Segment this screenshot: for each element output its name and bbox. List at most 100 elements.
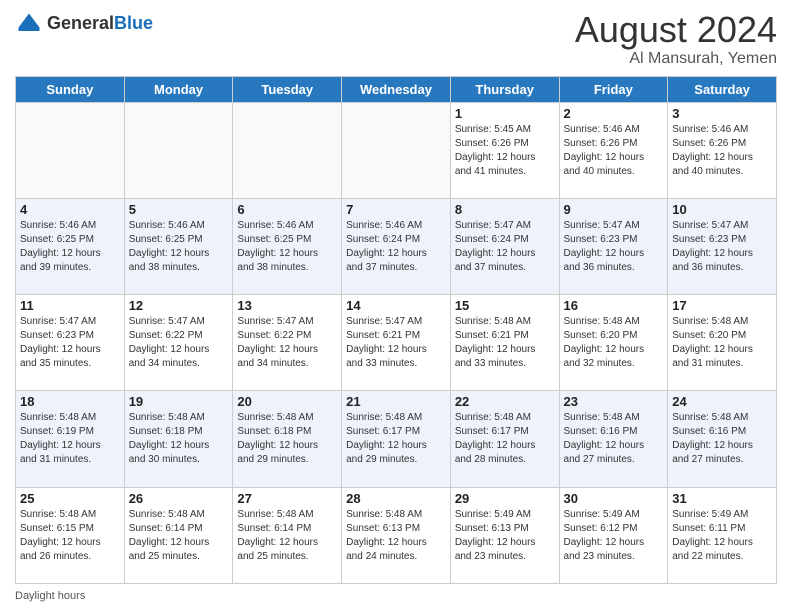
calendar-day-cell: 4 Sunrise: 5:46 AM Sunset: 6:25 PM Daylig… [16, 198, 125, 294]
calendar-day-cell: 27Sunrise: 5:48 AM Sunset: 6:14 PM Dayli… [233, 487, 342, 583]
calendar-day-cell: 30 Sunrise: 5:49 AM Sunset: 6:12 PM Dayli… [559, 487, 668, 583]
day-number: 20 [237, 394, 337, 409]
day-info: Sunrise: 5:48 AM Sunset: 6:19 PM Dayligh… [20, 411, 120, 467]
calendar-week-row: 1 Sunrise: 5:45 AM Sunset: 6:26 PM Daylig… [16, 102, 777, 198]
calendar-day-cell: 9Sunrise: 5:47 AM Sunset: 6:23 PM Daylig… [559, 198, 668, 294]
day-info: Sunrise: 5:47 AM Sunset: 6:22 PM Dayligh… [237, 315, 337, 371]
day-number: 28 [346, 491, 446, 506]
day-number: 16 [564, 298, 664, 313]
day-info: Sunrise: 5:48 AM Sunset: 6:16 PM Dayligh… [564, 411, 664, 467]
day-info: Sunrise: 5:46 AM Sunset: 6:26 PM Dayligh… [564, 123, 664, 179]
day-info: Sunrise: 5:49 AM Sunset: 6:12 PM Dayligh… [564, 508, 664, 564]
day-number: 17 [672, 298, 772, 313]
calendar-day-cell: 21 Sunrise: 5:48 AM Sunset: 6:17 PM Dayli… [342, 391, 451, 487]
day-info: Sunrise: 5:48 AM Sunset: 6:20 PM Dayligh… [672, 315, 772, 371]
day-number: 26 [129, 491, 229, 506]
calendar-day-cell: 29Sunrise: 5:49 AM Sunset: 6:13 PM Dayli… [450, 487, 559, 583]
header: GeneralBlue August 2024 Al Mansurah, Yem… [15, 10, 777, 68]
calendar-day-header: Thursday [450, 76, 559, 102]
day-info: Sunrise: 5:48 AM Sunset: 6:17 PM Dayligh… [455, 411, 555, 467]
day-number: 1 [455, 106, 555, 121]
calendar-week-row: 18Sunrise: 5:48 AM Sunset: 6:19 PM Dayli… [16, 391, 777, 487]
calendar-day-header: Tuesday [233, 76, 342, 102]
calendar-day-cell: 16 Sunrise: 5:48 AM Sunset: 6:20 PM Dayli… [559, 295, 668, 391]
calendar: SundayMondayTuesdayWednesdayThursdayFrid… [15, 76, 777, 584]
calendar-day-header: Sunday [16, 76, 125, 102]
calendar-day-cell: 23 Sunrise: 5:48 AM Sunset: 6:16 PM Dayli… [559, 391, 668, 487]
calendar-day-cell: 7Sunrise: 5:46 AM Sunset: 6:24 PM Daylig… [342, 198, 451, 294]
calendar-day-cell: 20 Sunrise: 5:48 AM Sunset: 6:18 PM Dayli… [233, 391, 342, 487]
day-info: Sunrise: 5:48 AM Sunset: 6:21 PM Dayligh… [455, 315, 555, 371]
calendar-day-cell: 13Sunrise: 5:47 AM Sunset: 6:22 PM Dayli… [233, 295, 342, 391]
day-number: 30 [564, 491, 664, 506]
day-info: Sunrise: 5:48 AM Sunset: 6:17 PM Dayligh… [346, 411, 446, 467]
calendar-day-cell: 11 Sunrise: 5:47 AM Sunset: 6:23 PM Dayli… [16, 295, 125, 391]
day-info: Sunrise: 5:46 AM Sunset: 6:26 PM Dayligh… [672, 123, 772, 179]
day-info: Sunrise: 5:47 AM Sunset: 6:23 PM Dayligh… [672, 219, 772, 275]
logo-icon [15, 10, 43, 38]
calendar-day-header: Monday [124, 76, 233, 102]
day-info: Sunrise: 5:48 AM Sunset: 6:20 PM Dayligh… [564, 315, 664, 371]
calendar-day-cell: 3Sunrise: 5:46 AM Sunset: 6:26 PM Daylig… [668, 102, 777, 198]
day-number: 11 [20, 298, 120, 313]
calendar-day-cell [16, 102, 125, 198]
calendar-day-cell: 26 Sunrise: 5:48 AM Sunset: 6:14 PM Dayli… [124, 487, 233, 583]
calendar-day-cell [233, 102, 342, 198]
day-info: Sunrise: 5:47 AM Sunset: 6:23 PM Dayligh… [564, 219, 664, 275]
calendar-day-cell: 14Sunrise: 5:47 AM Sunset: 6:21 PM Dayli… [342, 295, 451, 391]
calendar-day-cell: 18Sunrise: 5:48 AM Sunset: 6:19 PM Dayli… [16, 391, 125, 487]
footer: Daylight hours [15, 590, 777, 602]
day-number: 21 [346, 394, 446, 409]
day-info: Sunrise: 5:48 AM Sunset: 6:18 PM Dayligh… [129, 411, 229, 467]
calendar-header-row: SundayMondayTuesdayWednesdayThursdayFrid… [16, 76, 777, 102]
calendar-day-header: Wednesday [342, 76, 451, 102]
day-info: Sunrise: 5:48 AM Sunset: 6:14 PM Dayligh… [129, 508, 229, 564]
title-block: August 2024 Al Mansurah, Yemen [575, 10, 777, 68]
day-info: Sunrise: 5:47 AM Sunset: 6:23 PM Dayligh… [20, 315, 120, 371]
day-info: Sunrise: 5:47 AM Sunset: 6:21 PM Dayligh… [346, 315, 446, 371]
calendar-day-cell: 5 Sunrise: 5:46 AM Sunset: 6:25 PM Daylig… [124, 198, 233, 294]
calendar-week-row: 4 Sunrise: 5:46 AM Sunset: 6:25 PM Daylig… [16, 198, 777, 294]
calendar-day-cell: 24Sunrise: 5:48 AM Sunset: 6:16 PM Dayli… [668, 391, 777, 487]
day-info: Sunrise: 5:48 AM Sunset: 6:18 PM Dayligh… [237, 411, 337, 467]
day-number: 5 [129, 202, 229, 217]
calendar-day-cell: 10 Sunrise: 5:47 AM Sunset: 6:23 PM Dayli… [668, 198, 777, 294]
calendar-day-cell: 2 Sunrise: 5:46 AM Sunset: 6:26 PM Daylig… [559, 102, 668, 198]
day-number: 19 [129, 394, 229, 409]
logo-blue: Blue [114, 14, 153, 34]
sub-title: Al Mansurah, Yemen [575, 50, 777, 68]
calendar-week-row: 11 Sunrise: 5:47 AM Sunset: 6:23 PM Dayli… [16, 295, 777, 391]
day-number: 23 [564, 394, 664, 409]
day-number: 7 [346, 202, 446, 217]
day-info: Sunrise: 5:45 AM Sunset: 6:26 PM Dayligh… [455, 123, 555, 179]
calendar-week-row: 25 Sunrise: 5:48 AM Sunset: 6:15 PM Dayli… [16, 487, 777, 583]
calendar-day-header: Friday [559, 76, 668, 102]
calendar-day-cell: 15Sunrise: 5:48 AM Sunset: 6:21 PM Dayli… [450, 295, 559, 391]
day-number: 10 [672, 202, 772, 217]
day-info: Sunrise: 5:48 AM Sunset: 6:13 PM Dayligh… [346, 508, 446, 564]
calendar-day-cell: 8Sunrise: 5:47 AM Sunset: 6:24 PM Daylig… [450, 198, 559, 294]
day-info: Sunrise: 5:49 AM Sunset: 6:13 PM Dayligh… [455, 508, 555, 564]
calendar-day-cell: 31 Sunrise: 5:49 AM Sunset: 6:11 PM Dayli… [668, 487, 777, 583]
day-number: 12 [129, 298, 229, 313]
day-info: Sunrise: 5:48 AM Sunset: 6:16 PM Dayligh… [672, 411, 772, 467]
logo-general: General [47, 14, 114, 34]
day-number: 2 [564, 106, 664, 121]
day-info: Sunrise: 5:46 AM Sunset: 6:25 PM Dayligh… [129, 219, 229, 275]
calendar-day-cell: 25 Sunrise: 5:48 AM Sunset: 6:15 PM Dayli… [16, 487, 125, 583]
day-number: 4 [20, 202, 120, 217]
day-info: Sunrise: 5:49 AM Sunset: 6:11 PM Dayligh… [672, 508, 772, 564]
day-info: Sunrise: 5:48 AM Sunset: 6:14 PM Dayligh… [237, 508, 337, 564]
calendar-day-cell: 12Sunrise: 5:47 AM Sunset: 6:22 PM Dayli… [124, 295, 233, 391]
calendar-day-cell: 22 Sunrise: 5:48 AM Sunset: 6:17 PM Dayli… [450, 391, 559, 487]
day-number: 22 [455, 394, 555, 409]
calendar-day-cell: 1 Sunrise: 5:45 AM Sunset: 6:26 PM Daylig… [450, 102, 559, 198]
day-info: Sunrise: 5:48 AM Sunset: 6:15 PM Dayligh… [20, 508, 120, 564]
day-info: Sunrise: 5:46 AM Sunset: 6:25 PM Dayligh… [237, 219, 337, 275]
logo: GeneralBlue [15, 10, 153, 38]
day-number: 31 [672, 491, 772, 506]
day-info: Sunrise: 5:46 AM Sunset: 6:25 PM Dayligh… [20, 219, 120, 275]
calendar-day-cell: 28 Sunrise: 5:48 AM Sunset: 6:13 PM Dayli… [342, 487, 451, 583]
calendar-day-cell [342, 102, 451, 198]
day-number: 25 [20, 491, 120, 506]
